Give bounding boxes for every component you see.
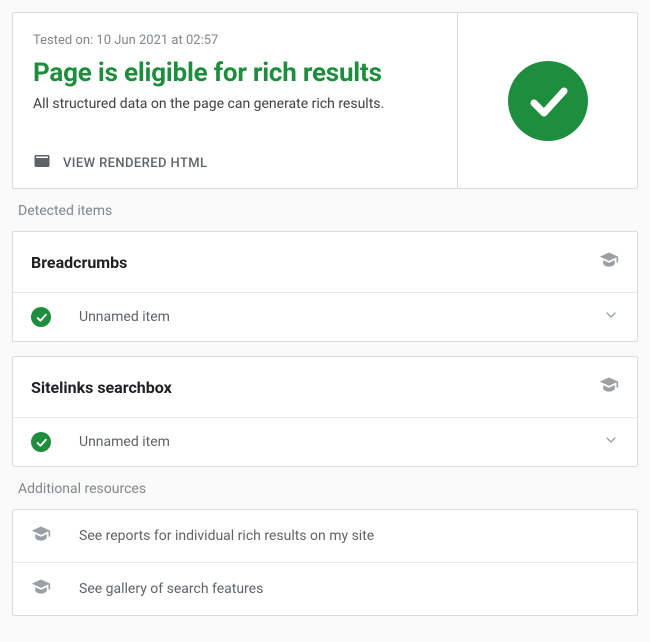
status-icon-panel <box>457 13 637 188</box>
success-check-icon <box>508 61 588 141</box>
detected-group-breadcrumbs: Breadcrumbs Unnamed item <box>12 231 638 342</box>
status-card: Tested on: 10 Jun 2021 at 02:57 Page is … <box>12 12 638 189</box>
check-icon <box>31 307 51 327</box>
detected-item-row[interactable]: Unnamed item <box>13 418 637 466</box>
graduation-cap-icon[interactable] <box>599 375 619 399</box>
view-rendered-html-button[interactable]: VIEW RENDERED HTML <box>33 140 437 188</box>
detected-item-row[interactable]: Unnamed item <box>13 293 637 341</box>
tested-on-text: Tested on: 10 Jun 2021 at 02:57 <box>33 33 437 48</box>
graduation-cap-icon[interactable] <box>599 250 619 274</box>
resource-link-gallery[interactable]: See gallery of search features <box>13 563 637 615</box>
graduation-cap-icon <box>31 577 51 601</box>
item-label: Unnamed item <box>79 309 603 325</box>
chevron-down-icon <box>603 432 619 452</box>
group-header-sitelinks[interactable]: Sitelinks searchbox <box>13 357 637 418</box>
status-headline: Page is eligible for rich results <box>33 58 437 88</box>
chevron-down-icon <box>603 307 619 327</box>
status-subtext: All structured data on the page can gene… <box>33 96 437 112</box>
browser-icon <box>33 152 51 174</box>
group-title: Sitelinks searchbox <box>31 378 172 397</box>
resource-label: See reports for individual rich results … <box>79 528 374 544</box>
detected-group-sitelinks: Sitelinks searchbox Unnamed item <box>12 356 638 467</box>
graduation-cap-icon <box>31 524 51 548</box>
group-header-breadcrumbs[interactable]: Breadcrumbs <box>13 232 637 293</box>
status-content: Tested on: 10 Jun 2021 at 02:57 Page is … <box>13 13 457 188</box>
resource-link-reports[interactable]: See reports for individual rich results … <box>13 510 637 563</box>
additional-resources-title: Additional resources <box>18 481 638 497</box>
resource-label: See gallery of search features <box>79 581 263 597</box>
detected-items-title: Detected items <box>18 203 638 219</box>
check-icon <box>31 432 51 452</box>
group-title: Breadcrumbs <box>31 253 127 272</box>
resources-group: See reports for individual rich results … <box>12 509 638 616</box>
view-rendered-html-label: VIEW RENDERED HTML <box>63 156 207 171</box>
item-label: Unnamed item <box>79 434 603 450</box>
